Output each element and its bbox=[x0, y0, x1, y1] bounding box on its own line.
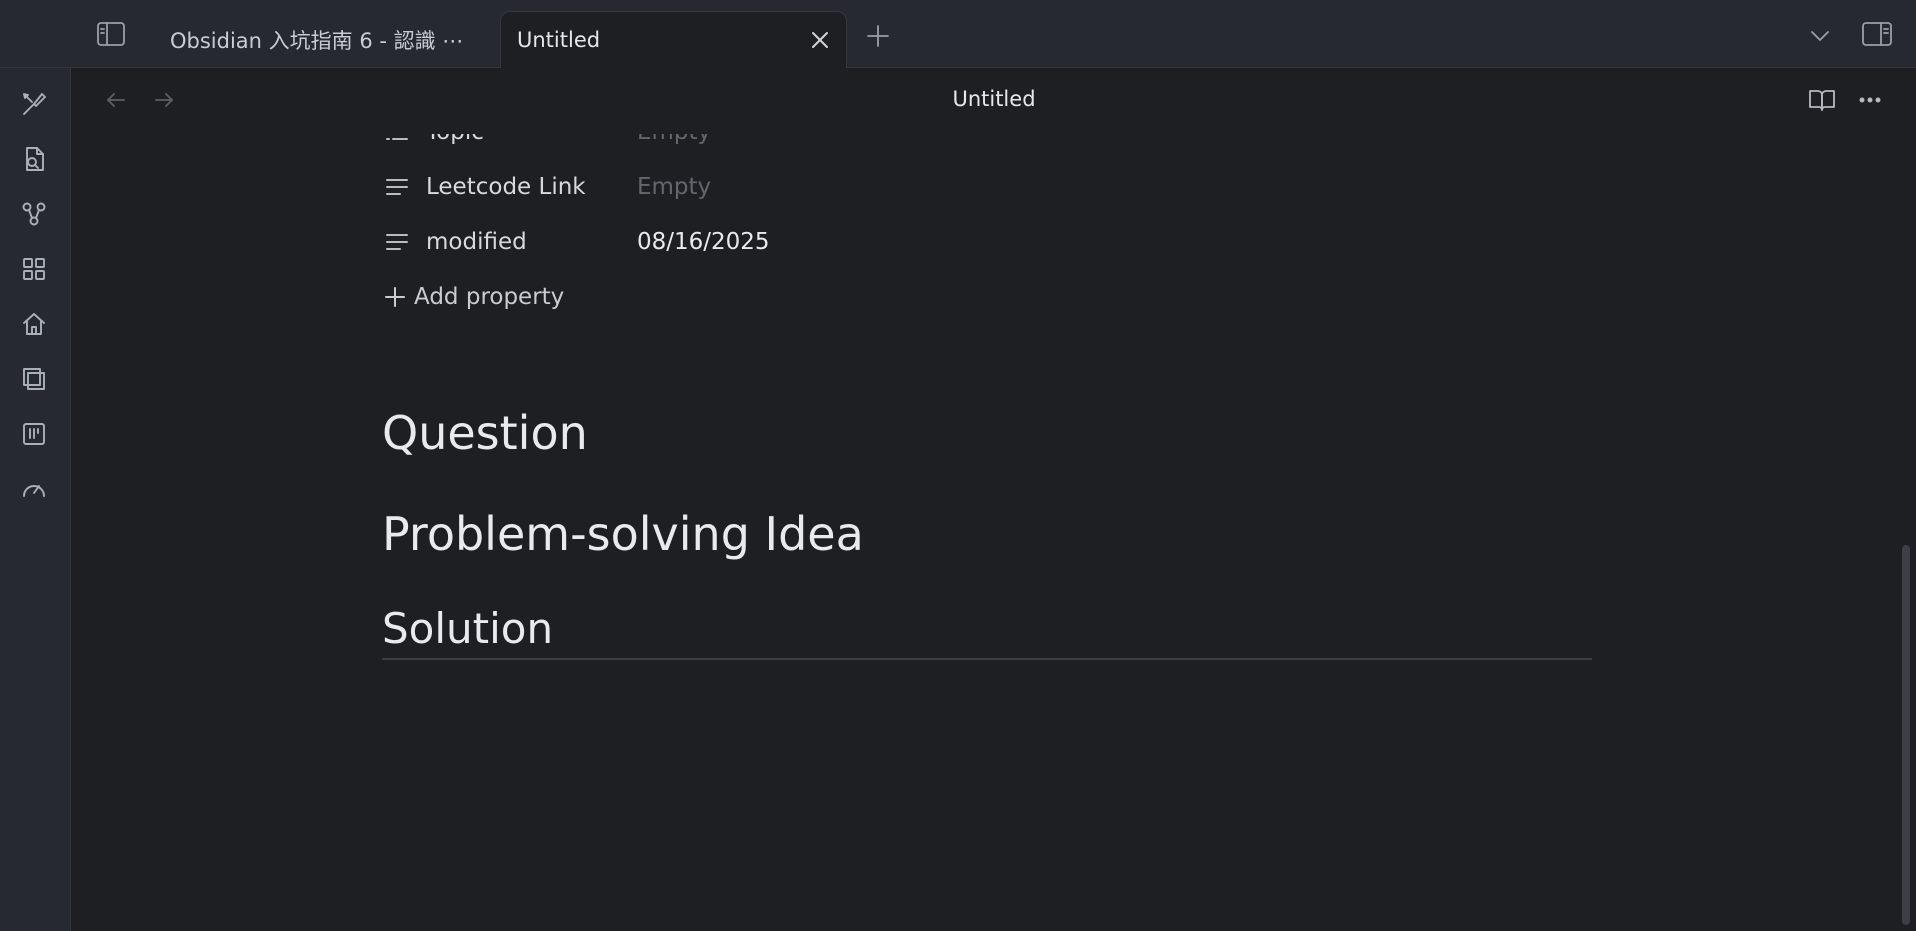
horizontal-rule bbox=[382, 658, 1592, 660]
property-key[interactable]: Leetcode Link bbox=[426, 174, 637, 200]
left-ribbon bbox=[0, 68, 71, 931]
plus-icon bbox=[385, 287, 405, 307]
list-icon bbox=[382, 134, 412, 147]
property-value[interactable]: Empty bbox=[637, 134, 711, 145]
property-row[interactable]: Topic Empty bbox=[382, 134, 1082, 152]
reading-view-button[interactable] bbox=[1804, 82, 1840, 118]
ribbon-kanban-button[interactable] bbox=[16, 416, 52, 452]
close-tab-button[interactable] bbox=[806, 26, 834, 54]
title-bar: Obsidian 入坑指南 6 - 認識 ⋯ Untitled bbox=[0, 0, 1916, 68]
ribbon-layout-button[interactable] bbox=[16, 251, 52, 287]
view-header: Untitled bbox=[72, 68, 1916, 134]
file-search-icon bbox=[26, 147, 44, 171]
scrollbar[interactable] bbox=[1902, 545, 1910, 925]
ribbon-file-search-button[interactable] bbox=[16, 141, 52, 177]
toggle-left-sidebar-button[interactable] bbox=[93, 16, 129, 52]
home-icon bbox=[23, 313, 45, 335]
ribbon-home-button[interactable] bbox=[16, 306, 52, 342]
property-value[interactable]: 08/16/2025 bbox=[637, 229, 770, 255]
heading-question[interactable]: Question bbox=[382, 406, 588, 460]
graph-icon bbox=[22, 202, 46, 226]
close-icon bbox=[812, 32, 828, 48]
editor-content[interactable]: Topic Empty Leetcode Link Empty modified… bbox=[72, 134, 1896, 931]
book-open-icon bbox=[1809, 90, 1835, 111]
add-property-label: Add property bbox=[414, 284, 565, 310]
sidebar-right-icon bbox=[1862, 22, 1892, 46]
tab-label: Obsidian 入坑指南 6 - 認識 ⋯ bbox=[170, 28, 464, 53]
heading-problem-solving-idea[interactable]: Problem-solving Idea bbox=[382, 507, 864, 561]
property-value[interactable]: Empty bbox=[637, 174, 711, 200]
layers-icon bbox=[23, 368, 45, 390]
more-options-button[interactable] bbox=[1852, 82, 1888, 118]
gauge-icon bbox=[23, 485, 45, 497]
tab-list-button[interactable] bbox=[1802, 18, 1838, 54]
view-title: Untitled bbox=[952, 87, 1036, 111]
layout-grid-icon bbox=[23, 258, 45, 280]
tab-label: Untitled bbox=[517, 28, 601, 52]
brush-icon bbox=[23, 93, 46, 115]
ribbon-graph-button[interactable] bbox=[16, 196, 52, 232]
add-property-button[interactable]: Add property bbox=[384, 284, 564, 310]
ribbon-brush-button[interactable] bbox=[16, 86, 52, 122]
property-row[interactable]: modified 08/16/2025 bbox=[382, 222, 1082, 262]
ribbon-layers-button[interactable] bbox=[16, 361, 52, 397]
text-icon bbox=[382, 172, 412, 202]
tab-untitled[interactable]: Untitled bbox=[500, 11, 847, 68]
tab-obsidian-guide[interactable]: Obsidian 入坑指南 6 - 認識 ⋯ bbox=[150, 11, 495, 68]
new-tab-button[interactable] bbox=[860, 18, 896, 54]
property-row[interactable]: Leetcode Link Empty bbox=[382, 167, 1082, 207]
chevron-down-icon bbox=[1811, 31, 1829, 41]
plus-icon bbox=[867, 25, 889, 47]
property-key[interactable]: Topic bbox=[426, 134, 637, 145]
toggle-right-sidebar-button[interactable] bbox=[1859, 16, 1895, 52]
text-icon bbox=[382, 227, 412, 257]
more-horizontal-icon bbox=[1859, 97, 1881, 103]
ribbon-gauge-button[interactable] bbox=[16, 471, 52, 507]
property-key[interactable]: modified bbox=[426, 229, 637, 255]
heading-solution[interactable]: Solution bbox=[382, 604, 553, 653]
kanban-icon bbox=[23, 423, 45, 445]
sidebar-left-icon bbox=[97, 22, 125, 46]
